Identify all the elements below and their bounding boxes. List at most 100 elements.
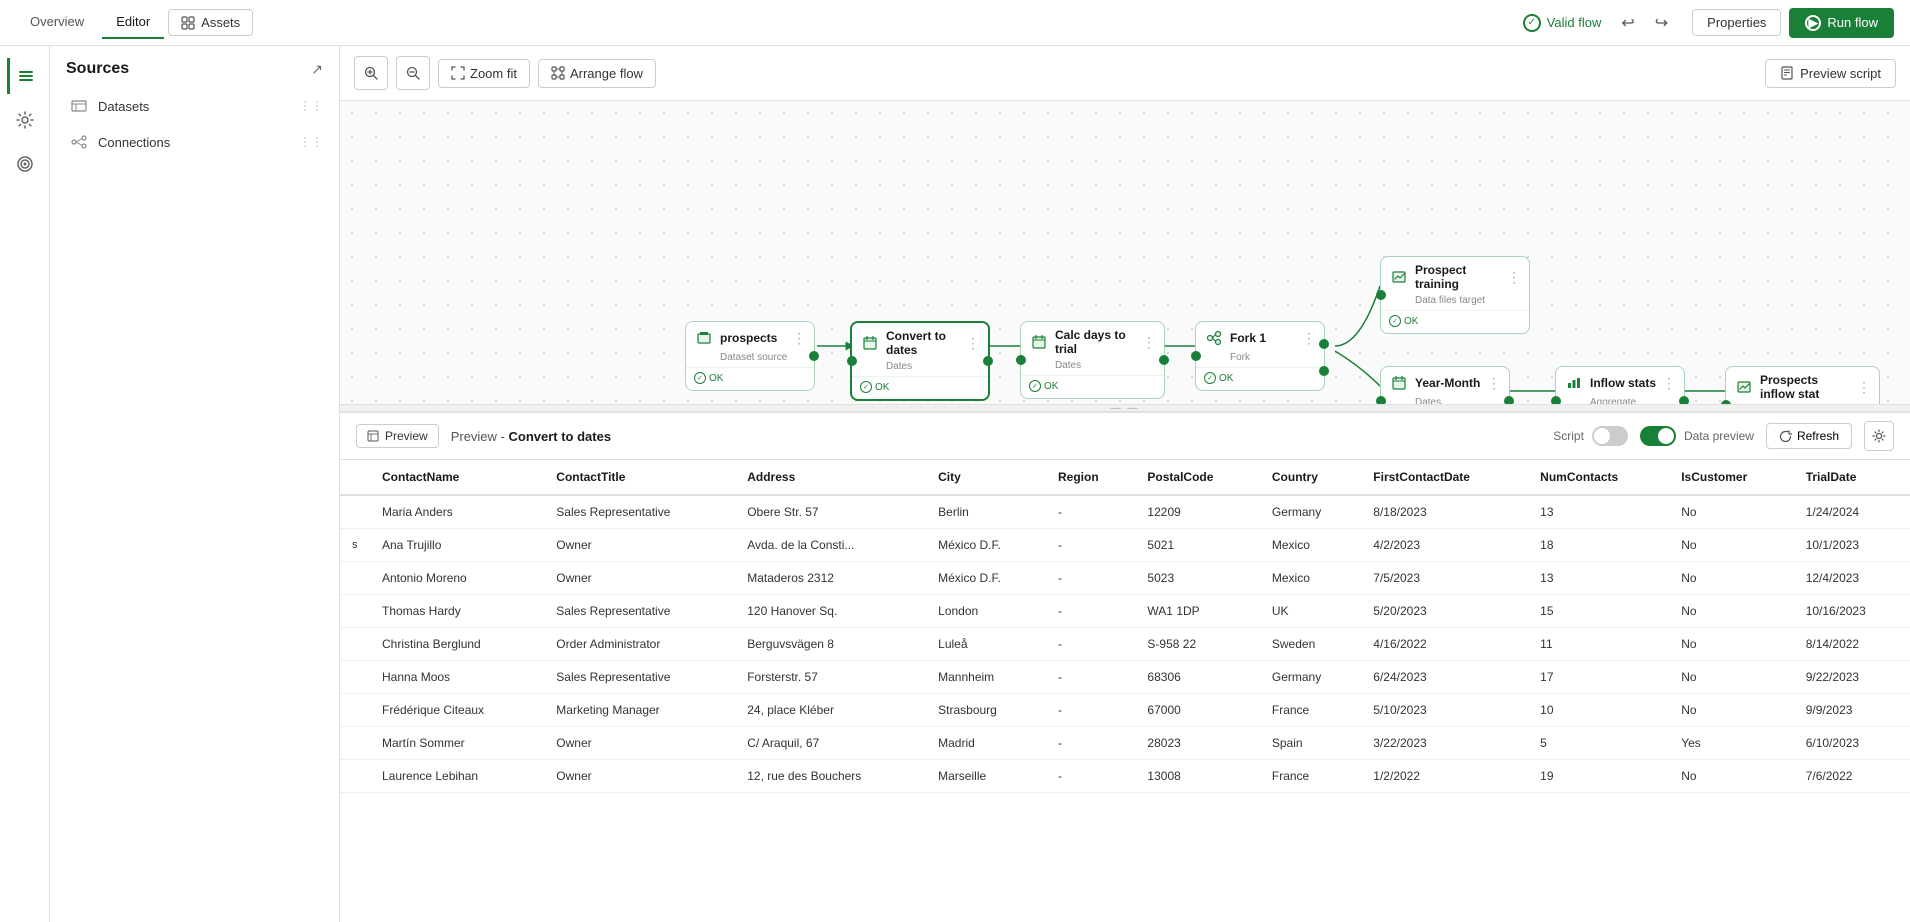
node-yearmonth-menu[interactable]: ⋮ bbox=[1487, 375, 1501, 392]
node-fork-title: Fork 1 bbox=[1230, 331, 1296, 345]
arrange-icon bbox=[551, 66, 565, 80]
node-convert-to-dates[interactable]: Convert to dates ⋮ Dates ✓ OK bbox=[850, 321, 990, 401]
undo-button[interactable]: ↩ bbox=[1613, 9, 1642, 37]
preview-tab-button[interactable]: Preview bbox=[356, 424, 439, 448]
cell-contacttitle: Owner bbox=[544, 529, 735, 562]
col-city[interactable]: City bbox=[926, 460, 1046, 495]
connector-right bbox=[1504, 396, 1514, 404]
expand-icon[interactable]: ↗ bbox=[311, 61, 323, 78]
table-row[interactable]: Hanna MoosSales RepresentativeForsterstr… bbox=[340, 661, 1910, 694]
node-training-subtitle: Data files target bbox=[1381, 295, 1529, 310]
node-pi-menu[interactable]: ⋮ bbox=[1857, 379, 1871, 396]
cell-postalcode: 5021 bbox=[1135, 529, 1259, 562]
table-row[interactable]: Thomas HardySales Representative120 Hano… bbox=[340, 595, 1910, 628]
node-fork-icon bbox=[1204, 328, 1224, 348]
arrange-flow-button[interactable]: Arrange flow bbox=[538, 59, 656, 88]
table-settings-button[interactable] bbox=[1864, 421, 1894, 451]
zoom-in-icon bbox=[364, 66, 378, 80]
script-toggle[interactable] bbox=[1592, 426, 1628, 446]
col-postal[interactable]: PostalCode bbox=[1135, 460, 1259, 495]
table-row[interactable]: sAna TrujilloOwnerAvda. de la Consti...M… bbox=[340, 529, 1910, 562]
cell-city: Mannheim bbox=[926, 661, 1046, 694]
node-year-month[interactable]: Year-Month ⋮ Dates ✓ OK bbox=[1380, 366, 1510, 404]
cell-city: Marseille bbox=[926, 760, 1046, 793]
assets-button[interactable]: Assets bbox=[168, 9, 253, 36]
row-number bbox=[340, 562, 370, 595]
cell-trialdate: 9/22/2023 bbox=[1794, 661, 1910, 694]
tab-editor[interactable]: Editor bbox=[102, 6, 164, 39]
zoom-out-button[interactable] bbox=[396, 56, 430, 90]
icon-bar-settings[interactable] bbox=[7, 102, 43, 138]
zoom-in-button[interactable] bbox=[354, 56, 388, 90]
zoom-fit-button[interactable]: Zoom fit bbox=[438, 59, 530, 88]
table-row[interactable]: Laurence LebihanOwner12, rue des Boucher… bbox=[340, 760, 1910, 793]
node-calc-title: Calc days to trial bbox=[1055, 328, 1136, 356]
node-prospects-inflow[interactable]: Prospects inflow stat ⋮ Data files targe… bbox=[1725, 366, 1880, 404]
col-contact-title[interactable]: ContactTitle bbox=[544, 460, 735, 495]
cell-firstcontactdate: 4/2/2023 bbox=[1361, 529, 1528, 562]
cell-iscustomer: No bbox=[1669, 694, 1793, 727]
cell-firstcontactdate: 7/5/2023 bbox=[1361, 562, 1528, 595]
col-region[interactable]: Region bbox=[1046, 460, 1135, 495]
cell-address: Avda. de la Consti... bbox=[735, 529, 926, 562]
valid-flow-indicator: ✓ Valid flow bbox=[1523, 14, 1602, 32]
node-prospects-menu[interactable]: ⋮ bbox=[792, 330, 806, 347]
node-fork1[interactable]: Fork 1 ⋮ Fork ✓ OK bbox=[1195, 321, 1325, 391]
data-preview-toggle[interactable] bbox=[1640, 426, 1676, 446]
connections-drag[interactable]: ⋮⋮ bbox=[299, 135, 323, 149]
icon-bar-home[interactable] bbox=[7, 58, 43, 94]
cell-city: Madrid bbox=[926, 727, 1046, 760]
node-prospect-training[interactable]: Prospect training ⋮ Data files target ✓ … bbox=[1380, 256, 1530, 334]
cell-contactname: Frédérique Citeaux bbox=[370, 694, 544, 727]
col-num-contacts[interactable]: NumContacts bbox=[1528, 460, 1669, 495]
node-training-menu[interactable]: ⋮ bbox=[1507, 269, 1521, 286]
cell-firstcontactdate: 6/24/2023 bbox=[1361, 661, 1528, 694]
node-fork-menu[interactable]: ⋮ bbox=[1302, 330, 1316, 347]
cell-contactname: Thomas Hardy bbox=[370, 595, 544, 628]
redo-button[interactable]: ↪ bbox=[1647, 9, 1676, 37]
node-dates-title: Convert to dates bbox=[886, 329, 960, 357]
table-row[interactable]: Martín SommerOwnerC/ Araquil, 67Madrid-2… bbox=[340, 727, 1910, 760]
cell-region: - bbox=[1046, 529, 1135, 562]
table-row[interactable]: Maria AndersSales RepresentativeObere St… bbox=[340, 495, 1910, 529]
resize-handle[interactable]: — — bbox=[340, 404, 1910, 412]
properties-button[interactable]: Properties bbox=[1692, 9, 1781, 36]
data-table-container[interactable]: ContactName ContactTitle Address City Re… bbox=[340, 460, 1910, 922]
sidebar-item-datasets[interactable]: Datasets ⋮⋮ bbox=[50, 88, 339, 124]
script-icon bbox=[1780, 66, 1794, 80]
cell-contacttitle: Owner bbox=[544, 562, 735, 595]
node-prospects[interactable]: prospects ⋮ Dataset source ✓ OK bbox=[685, 321, 815, 391]
col-address[interactable]: Address bbox=[735, 460, 926, 495]
node-calc-menu[interactable]: ⋮ bbox=[1142, 334, 1156, 351]
table-row[interactable]: Frédérique CiteauxMarketing Manager24, p… bbox=[340, 694, 1910, 727]
cell-contacttitle: Sales Representative bbox=[544, 595, 735, 628]
col-first-contact[interactable]: FirstContactDate bbox=[1361, 460, 1528, 495]
table-row[interactable]: Christina BerglundOrder AdministratorBer… bbox=[340, 628, 1910, 661]
cell-trialdate: 8/14/2022 bbox=[1794, 628, 1910, 661]
datasets-icon bbox=[70, 97, 88, 115]
col-trial-date[interactable]: TrialDate bbox=[1794, 460, 1910, 495]
cell-region: - bbox=[1046, 595, 1135, 628]
node-dates-menu[interactable]: ⋮ bbox=[966, 335, 980, 352]
flow-canvas[interactable]: prospects ⋮ Dataset source ✓ OK bbox=[340, 101, 1910, 404]
col-country[interactable]: Country bbox=[1260, 460, 1361, 495]
node-inflow-stats[interactable]: Inflow stats ⋮ Aggregate ✓ OK bbox=[1555, 366, 1685, 404]
cell-city: London bbox=[926, 595, 1046, 628]
sidebar-item-connections[interactable]: Connections ⋮⋮ bbox=[50, 124, 339, 160]
col-contact-name[interactable]: ContactName bbox=[370, 460, 544, 495]
cell-contactname: Antonio Moreno bbox=[370, 562, 544, 595]
preview-script-button[interactable]: Preview script bbox=[1765, 59, 1896, 88]
target-icon bbox=[16, 155, 34, 173]
node-inflow-menu[interactable]: ⋮ bbox=[1662, 375, 1676, 392]
refresh-button[interactable]: Refresh bbox=[1766, 423, 1852, 449]
table-row[interactable]: Antonio MorenoOwnerMataderos 2312México … bbox=[340, 562, 1910, 595]
cell-contacttitle: Sales Representative bbox=[544, 495, 735, 529]
col-is-customer[interactable]: IsCustomer bbox=[1669, 460, 1793, 495]
icon-bar-target[interactable] bbox=[7, 146, 43, 182]
cell-postalcode: 5023 bbox=[1135, 562, 1259, 595]
node-calc-days[interactable]: Calc days to trial ⋮ Dates ✓ OK bbox=[1020, 321, 1165, 399]
datasets-drag[interactable]: ⋮⋮ bbox=[299, 99, 323, 113]
run-flow-button[interactable]: ▶ Run flow bbox=[1789, 8, 1894, 38]
tab-overview[interactable]: Overview bbox=[16, 6, 98, 39]
cell-trialdate: 12/4/2023 bbox=[1794, 562, 1910, 595]
